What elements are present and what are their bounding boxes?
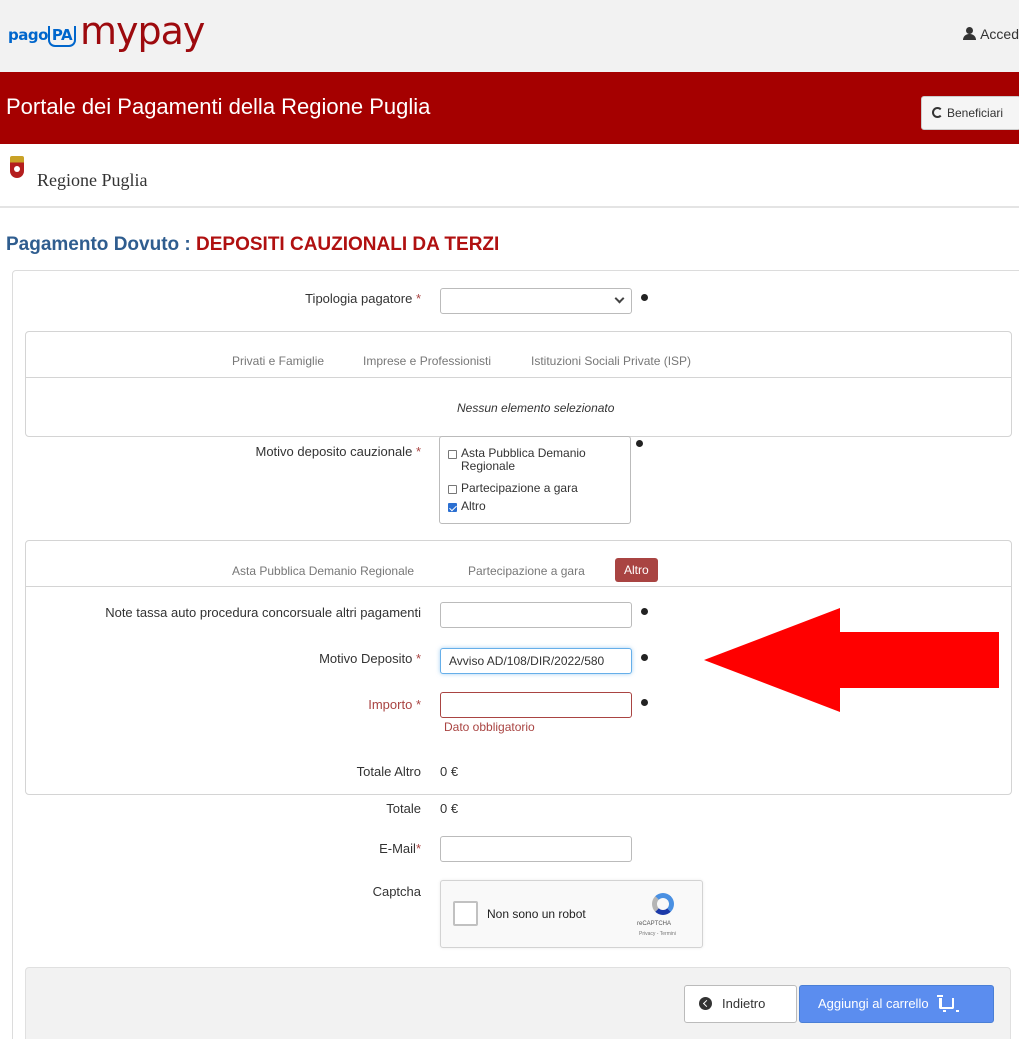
access-link[interactable]: Acced [963, 26, 1019, 42]
mypay-logo[interactable]: mypay [80, 9, 205, 53]
access-label: Acced [980, 26, 1019, 42]
coat-of-arms-icon [10, 156, 24, 178]
page-title: Pagamento Dovuto : DEPOSITI CAUZIONALI D… [6, 234, 499, 256]
region-name: Regione Puglia [37, 170, 148, 190]
email-text: E-Mail [379, 841, 416, 856]
email-label: E-Mail* [379, 841, 421, 856]
motivo-deposito-checklist: Asta Pubblica Demanio Regionale Partecip… [439, 436, 631, 524]
totale-label: Totale [386, 801, 421, 816]
tipologia-pagatore-label: Tipologia pagatore * [305, 291, 421, 306]
cart-icon [936, 995, 959, 1012]
importo-error-message: Dato obbligatorio [444, 720, 535, 734]
user-icon [963, 27, 977, 40]
page-title-prefix: Pagamento Dovuto : [6, 234, 197, 255]
importo-input[interactable] [440, 692, 632, 718]
note-input[interactable] [440, 602, 632, 628]
region-bar [0, 144, 1019, 208]
help-icon[interactable] [641, 608, 648, 615]
tab-privati-famiglie[interactable]: Privati e Famiglie [232, 354, 324, 368]
required-mark: * [415, 841, 421, 856]
importo-label: Importo * [368, 697, 421, 712]
back-button[interactable]: Indietro [684, 985, 797, 1023]
tab-imprese-professionisti[interactable]: Imprese e Professionisti [363, 354, 491, 368]
top-bar: pago PA mypay Acced [0, 0, 1019, 72]
captcha-checkbox[interactable] [453, 901, 478, 926]
help-icon[interactable] [641, 699, 648, 706]
tipologia-pagatore-select[interactable] [440, 288, 632, 314]
totale-altro-label: Totale Altro [356, 764, 421, 779]
no-selection-message: Nessun elemento selezionato [457, 401, 615, 415]
help-icon[interactable] [641, 654, 648, 661]
totale-altro-value: 0 € [440, 764, 459, 779]
add-to-cart-button[interactable]: Aggiungi al carrello [799, 985, 994, 1023]
beneficiari-label: Beneficiari [947, 106, 1004, 120]
pagopa-logo[interactable]: pago PA [8, 26, 77, 47]
required-mark: * [415, 444, 421, 459]
required-mark: * [415, 651, 421, 666]
totale-value: 0 € [440, 801, 459, 816]
checkbox[interactable] [448, 485, 457, 494]
tipologia-pagatore-text: Tipologia pagatore [305, 291, 413, 306]
recaptcha-widget: Non sono un robot reCAPTCHA Privacy - Te… [440, 880, 703, 948]
required-mark: * [415, 291, 421, 306]
motivo-deposito-label: Motivo Deposito * [319, 651, 421, 666]
recaptcha-brand: reCAPTCHA [637, 921, 672, 927]
note-label: Note tassa auto procedura concorsuale al… [105, 605, 421, 620]
annotation-arrow-icon [704, 608, 999, 712]
portal-title: Portale dei Pagamenti della Regione Pugl… [6, 94, 431, 119]
captcha-label: Captcha [372, 884, 421, 899]
beneficiari-button[interactable]: Beneficiari [921, 96, 1019, 130]
recaptcha-links[interactable]: Privacy - Termini [639, 931, 676, 937]
captcha-text: Non sono un robot [487, 907, 586, 921]
help-icon[interactable] [636, 440, 643, 447]
motivo-deposito-input[interactable]: Avviso AD/108/DIR/2022/580 [440, 648, 632, 674]
importo-text: Importo [368, 697, 413, 712]
option-label: Partecipazione a gara [461, 481, 578, 495]
payer-type-tabs: Privati e Famiglie Imprese e Professioni… [26, 332, 1011, 378]
arrow-shape [704, 608, 999, 712]
checkbox-checked[interactable] [448, 503, 457, 512]
tab-asta-pubblica[interactable]: Asta Pubblica Demanio Regionale [232, 564, 414, 578]
help-icon[interactable] [641, 294, 648, 301]
motivo-tabs: Asta Pubblica Demanio Regionale Partecip… [26, 541, 1011, 587]
required-mark: * [415, 697, 421, 712]
service-name: DEPOSITI CAUZIONALI DA TERZI [196, 234, 500, 255]
option-asta-pubblica[interactable]: Asta Pubblica Demanio Regionale [448, 447, 624, 473]
chevron-left-circle-icon [699, 997, 712, 1010]
tab-altro[interactable]: Altro [615, 558, 658, 582]
motivo-deposito-cauzionale-text: Motivo deposito cauzionale [255, 444, 413, 459]
recaptcha-icon [652, 893, 674, 915]
chevron-down-icon [614, 293, 625, 304]
motivo-deposito-cauzionale-label: Motivo deposito cauzionale * [255, 444, 421, 459]
add-to-cart-label: Aggiungi al carrello [818, 996, 929, 1011]
option-partecipazione-gara[interactable]: Partecipazione a gara [448, 482, 578, 495]
tab-isp[interactable]: Istituzioni Sociali Private (ISP) [531, 354, 691, 368]
refresh-icon [932, 107, 943, 118]
checkbox[interactable] [448, 450, 457, 459]
payer-type-panel: Privati e Famiglie Imprese e Professioni… [25, 331, 1012, 437]
tab-partecipazione-gara[interactable]: Partecipazione a gara [468, 564, 585, 578]
motivo-deposito-text: Motivo Deposito [319, 651, 413, 666]
portal-header: Portale dei Pagamenti della Regione Pugl… [0, 72, 1019, 144]
email-input[interactable] [440, 836, 632, 862]
option-altro[interactable]: Altro [448, 500, 486, 513]
option-label: Asta Pubblica Demanio Regionale [461, 446, 586, 473]
back-label: Indietro [722, 996, 766, 1011]
